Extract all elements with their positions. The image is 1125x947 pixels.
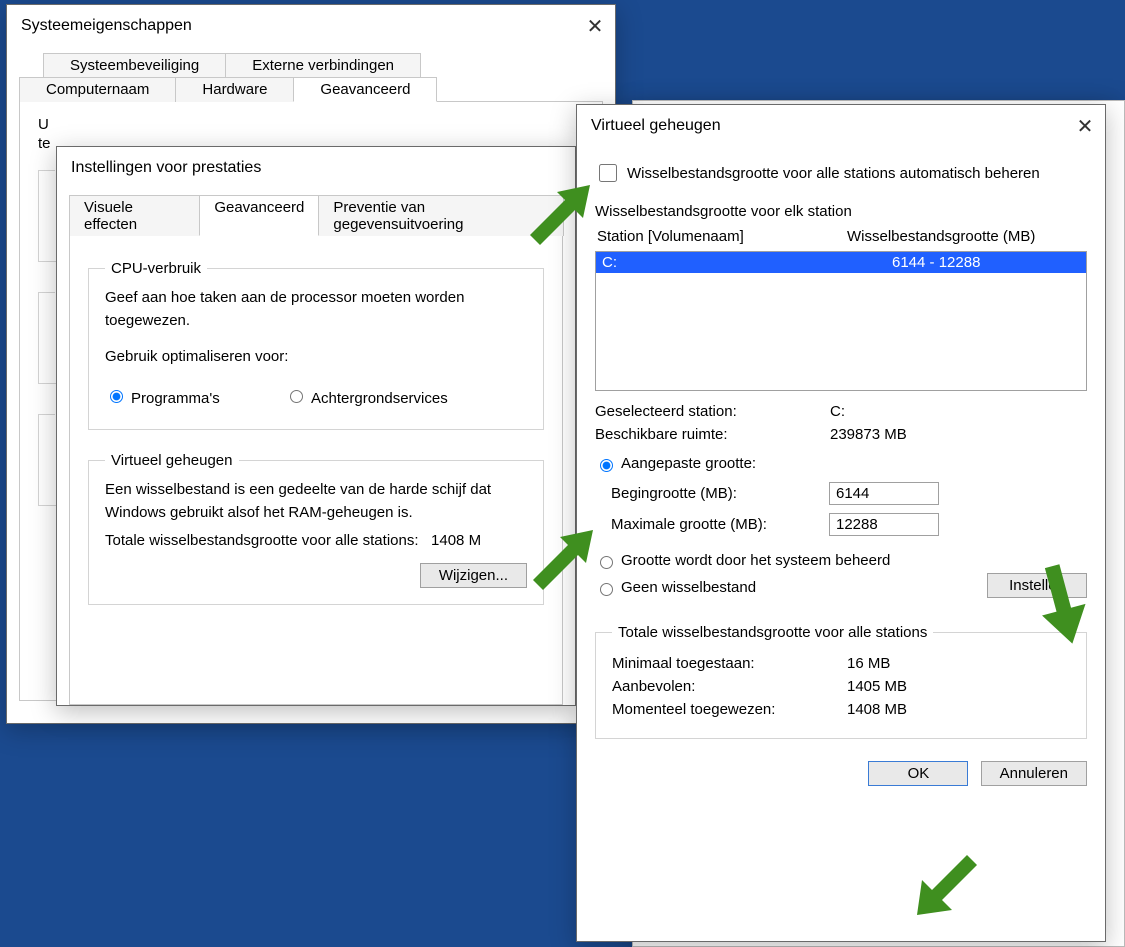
close-icon[interactable]: ✕	[1075, 114, 1095, 139]
max-size-label: Maximale grootte (MB):	[611, 516, 829, 533]
per-station-label: Wisselbestandsgrootte voor elk station	[595, 203, 1087, 220]
window-performance-settings: Instellingen voor prestaties Visuele eff…	[56, 146, 576, 706]
current-label: Momenteel toegewezen:	[612, 701, 847, 718]
set-button[interactable]: Instellen	[987, 573, 1087, 598]
vm-desc2: Windows gebruikt alsof het RAM-geheugen …	[105, 502, 527, 525]
tab-geavanceerd[interactable]: Geavanceerd	[293, 77, 437, 102]
tab-externe-verbindingen[interactable]: Externe verbindingen	[225, 53, 421, 77]
cpu-desc: Geef aan hoe taken aan de processor moet…	[105, 287, 527, 332]
tab-computernaam[interactable]: Computernaam	[19, 77, 176, 102]
vm-desc1: Een wisselbestand is een gedeelte van de…	[105, 479, 527, 502]
window-virtual-memory: Virtueel geheugen ✕ Wisselbestandsgroott…	[576, 104, 1106, 942]
vm-total-label: Totale wisselbestandsgrootte voor alle s…	[105, 532, 419, 549]
tab-perf-geavanceerd[interactable]: Geavanceerd	[199, 195, 319, 236]
current-value: 1408 MB	[847, 701, 907, 718]
auto-manage-checkbox[interactable]: Wisselbestandsgrootte voor alle stations…	[595, 161, 1087, 185]
available-space-value: 239873 MB	[830, 426, 907, 443]
tab-systeembeveiliging[interactable]: Systeembeveiliging	[43, 53, 226, 77]
close-icon[interactable]: ✕	[585, 14, 605, 39]
tab-hardware[interactable]: Hardware	[175, 77, 294, 102]
vm-title: Virtueel geheugen	[591, 117, 721, 135]
initial-size-input[interactable]	[829, 482, 939, 505]
change-button[interactable]: Wijzigen...	[420, 563, 527, 588]
min-allowed-label: Minimaal toegestaan:	[612, 655, 847, 672]
radio-programs[interactable]: Programma's	[105, 387, 285, 407]
sysprops-text-fragment: U	[38, 116, 584, 133]
perf-title: Instellingen voor prestaties	[71, 159, 261, 177]
col-station: Station [Volumenaam]	[597, 228, 847, 245]
radio-custom-size[interactable]: Aangepaste grootte:	[595, 455, 1087, 472]
drive-row-c[interactable]: C: 6144 - 12288	[596, 252, 1086, 273]
col-size: Wisselbestandsgrootte (MB)	[847, 228, 1081, 245]
available-space-label: Beschikbare ruimte:	[595, 426, 830, 443]
vm-total-value: 1408 M	[431, 532, 481, 549]
selected-station-label: Geselecteerd station:	[595, 403, 830, 420]
cpu-group-label: CPU-verbruik	[105, 260, 207, 277]
selected-station-value: C:	[830, 403, 845, 420]
vm-group-label: Virtueel geheugen	[105, 452, 239, 469]
radio-system-managed[interactable]: Grootte wordt door het systeem beheerd	[595, 552, 1087, 569]
min-allowed-value: 16 MB	[847, 655, 890, 672]
radio-bg-services[interactable]: Achtergrondservices	[285, 387, 448, 407]
drive-list[interactable]: C: 6144 - 12288	[595, 251, 1087, 391]
tab-visuele-effecten[interactable]: Visuele effecten	[69, 195, 200, 236]
tab-dep[interactable]: Preventie van gegevensuitvoering	[318, 195, 564, 236]
ok-button[interactable]: OK	[868, 761, 968, 786]
recommended-label: Aanbevolen:	[612, 678, 847, 695]
initial-size-label: Begingrootte (MB):	[611, 485, 829, 502]
max-size-input[interactable]	[829, 513, 939, 536]
sysprops-title: Systeemeigenschappen	[21, 17, 192, 35]
recommended-value: 1405 MB	[847, 678, 907, 695]
auto-manage-label: Wisselbestandsgrootte voor alle stations…	[627, 165, 1040, 182]
cpu-opt-label: Gebruik optimaliseren voor:	[105, 348, 527, 365]
total-group-label: Totale wisselbestandsgrootte voor alle s…	[612, 624, 933, 641]
cancel-button[interactable]: Annuleren	[981, 761, 1087, 786]
